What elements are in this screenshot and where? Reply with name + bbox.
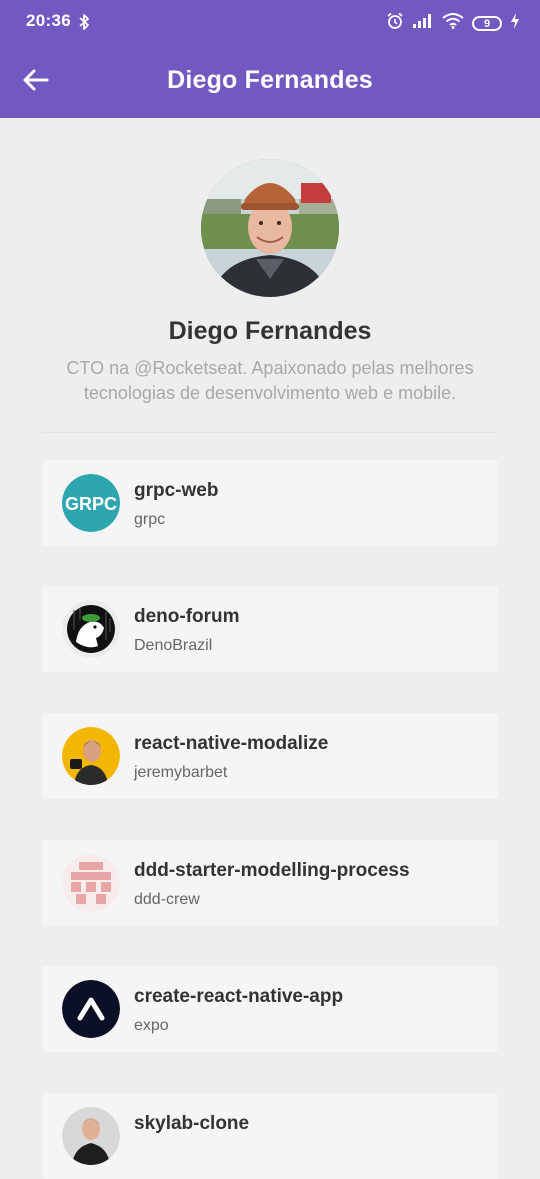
user-photo-icon [62,1107,120,1165]
repo-owner: expo [134,1017,169,1034]
signal-icon [412,13,434,34]
battery-icon: 9 [472,16,502,31]
avatar [201,159,339,297]
repo-owner: ddd-crew [134,891,200,908]
repo-title: create-react-native-app [134,986,344,1007]
alarm-icon [386,12,404,35]
svg-text:GRPC: GRPC [65,494,117,514]
deno-logo-icon [62,600,120,658]
status-time: 20:36 [26,11,71,30]
repo-owner: grpc [134,511,166,528]
repo-card-ddd-starter-modelling-process[interactable]: ddd-starter-modelling-process ddd-crew [42,840,498,926]
page-title: Diego Fernandes [167,66,373,94]
profile-bio: CTO na @Rocketseat. Apaixonado pelas mel… [66,358,474,403]
repo-card-grpc-web[interactable]: GRPC grpc-web grpc [42,460,498,546]
wifi-icon [442,13,464,34]
repo-card-create-react-native-app[interactable]: create-react-native-app expo [42,966,498,1052]
ddd-crew-logo-icon [62,854,120,912]
repo-owner: jeremybarbet [134,764,228,781]
repo-title: deno-forum [134,606,240,627]
repo-card-skylab-clone[interactable]: skylab-clone [42,1093,498,1179]
grpc-logo-icon: GRPC [62,474,120,532]
repo-title: react-native-modalize [134,733,329,754]
bluetooth-icon [78,13,90,36]
profile-name: Diego Fernandes [168,317,372,345]
repo-owner: DenoBrazil [134,637,213,654]
divider [42,432,498,433]
repo-title: ddd-starter-modelling-process [134,860,410,881]
user-photo-icon [62,727,120,785]
status-icons: 9 [386,12,520,35]
repo-card-react-native-modalize[interactable]: react-native-modalize jeremybarbet [42,713,498,799]
repo-title: grpc-web [134,480,219,501]
repo-title: skylab-clone [134,1113,250,1134]
repo-card-deno-forum[interactable]: deno-forum DenoBrazil [42,586,498,672]
app-bar: 20:36 9 Diego Fernandes [0,0,540,118]
status-bar: 20:36 9 [0,0,540,44]
expo-logo-icon [62,980,120,1038]
charging-icon [510,13,520,34]
